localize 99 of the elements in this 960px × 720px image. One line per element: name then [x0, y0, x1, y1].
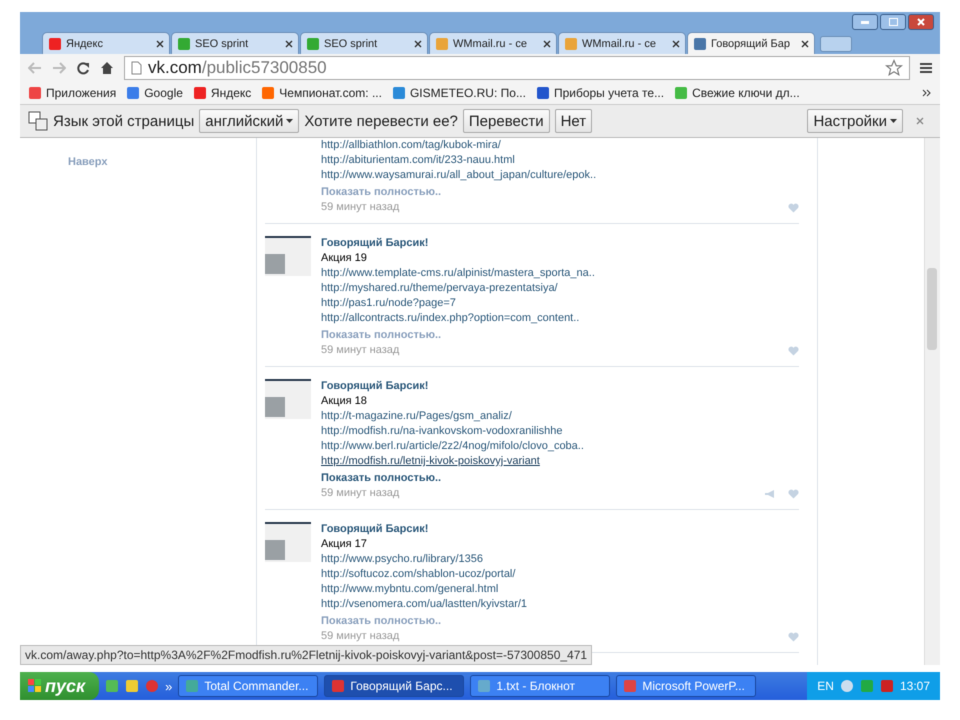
bookmark-icon	[674, 86, 688, 100]
bookmark-link[interactable]: GISMETEO.RU: По...	[410, 86, 526, 100]
post-time: 59 минут назад	[321, 629, 400, 644]
bookmark-link[interactable]: Google	[144, 86, 183, 100]
browser-tab[interactable]: WMmail.ru - се	[558, 32, 686, 54]
bookmark-icon	[192, 86, 207, 100]
bookmark-link[interactable]: Приложения	[46, 86, 116, 100]
author-link[interactable]: Говорящий Барсик!	[321, 379, 799, 394]
minimize-icon	[861, 20, 869, 24]
translate-button[interactable]: Перевести	[462, 109, 550, 133]
tray-icon	[840, 679, 854, 693]
settings-dropdown[interactable]: Настройки	[807, 109, 903, 133]
close-icon[interactable]	[414, 40, 422, 48]
app-icon	[477, 679, 492, 693]
post-link[interactable]: http://myshared.ru/theme/pervaya-prezentatsiya/	[321, 281, 558, 296]
post-link[interactable]: http://allbiathlon.com/tag/kubok-mira/	[321, 138, 501, 153]
browser-tab[interactable]: Говорящий Бар	[687, 32, 815, 54]
chevron-icon[interactable]	[922, 89, 932, 97]
site-logo-icon	[435, 36, 449, 50]
browser-tab[interactable]: SEO sprint	[171, 32, 299, 54]
maximize-button[interactable]	[880, 14, 906, 30]
bookmark-link[interactable]: Яндекс	[210, 86, 252, 100]
close-button[interactable]	[908, 14, 934, 30]
post-link[interactable]: http://www.template-cms.ru/alpinist/mastera_sporta_na..	[321, 266, 595, 281]
taskbar-item[interactable]: Microsoft PowerP...	[616, 675, 756, 697]
taskbar-item[interactable]: Говорящий Барс...	[324, 675, 464, 697]
browser-tab[interactable]: Яндекс	[42, 32, 170, 54]
caret-icon	[286, 119, 294, 123]
app-icon	[331, 679, 346, 693]
bookmark-link[interactable]: Свежие ключи дл...	[692, 86, 800, 100]
post-link[interactable]: http://vsenomera.com/ua/lastten/kyivstar/1	[321, 597, 528, 612]
windows-logo-icon	[28, 679, 42, 693]
minimize-button[interactable]	[852, 14, 878, 30]
app-icon	[125, 679, 140, 693]
photo-placeholder[interactable]	[265, 236, 311, 276]
close-icon[interactable]	[543, 40, 551, 48]
post-link[interactable]: http://www.psycho.ru/library/1356	[321, 552, 484, 567]
address-bar[interactable]: vk.com/public57300850	[124, 56, 910, 80]
post-link[interactable]: http://www.waysamurai.ru/all_about_japan/culture/epok..	[321, 168, 596, 183]
browser-tab[interactable]: SEO sprint	[300, 32, 428, 54]
post-link[interactable]: http://modfish.ru/na-ivankovskom-vodoxranilishhe	[321, 424, 563, 439]
post-link[interactable]: http://modfish.ru/letnij-kivok-poiskovyj-variant	[321, 454, 540, 469]
language-dropdown[interactable]: английский	[199, 109, 300, 133]
author-link[interactable]: Говорящий Барсик!	[321, 236, 799, 251]
post-link[interactable]: http://softucoz.com/shablon-ucoz/portal/	[321, 567, 516, 582]
post-title: Акция 19	[321, 251, 368, 266]
photo-placeholder[interactable]	[265, 522, 311, 562]
post-link[interactable]: http://www.mybntu.com/general.html	[321, 582, 498, 597]
site-logo-icon	[177, 36, 191, 50]
bookmark-icon	[28, 86, 42, 100]
close-icon[interactable]	[801, 40, 809, 48]
post-link[interactable]: http://pas1.ru/node?page=7	[321, 296, 456, 311]
app-icon	[623, 679, 638, 693]
bookmark-icon	[392, 86, 406, 100]
scrollbar[interactable]	[924, 138, 940, 665]
decline-button[interactable]: Нет	[554, 109, 592, 133]
taskbar-item[interactable]: Total Commander...	[178, 675, 318, 697]
more-launch-button[interactable]: »	[165, 678, 172, 694]
caret-icon	[890, 119, 897, 123]
post-time: 59 минут назад	[321, 486, 400, 501]
post-title: Акция 17	[321, 537, 368, 552]
post-time: 59 минут назад	[321, 343, 400, 358]
site-logo-icon	[306, 36, 320, 50]
bookmark-link[interactable]: Приборы учета те...	[554, 86, 664, 100]
status-url: vk.com/away.php?to=http%3A%2F%2Fmodfish.ru%2Fletnij-kivok-poiskovyj-variant&post=-57300850_471	[20, 645, 592, 665]
author-link[interactable]: Говорящий Барсик!	[321, 522, 799, 537]
star-icon[interactable]	[885, 59, 903, 77]
translate-question: Хотите перевести ее?	[304, 112, 458, 130]
close-icon[interactable]	[672, 40, 680, 48]
home-icon[interactable]	[100, 61, 114, 75]
clock: 13:07	[900, 679, 930, 693]
site-logo-icon	[693, 36, 707, 50]
close-icon[interactable]	[285, 40, 293, 48]
post-time: 59 минут назад	[321, 200, 400, 215]
close-icon	[917, 18, 925, 26]
post-title: Акция 18	[321, 394, 368, 409]
page-icon	[131, 61, 142, 75]
post-link[interactable]: http://allcontracts.ru/index.php?option=com_content..	[321, 311, 580, 326]
taskbar-item[interactable]: 1.txt - Блокнот	[470, 675, 610, 697]
bookmark-link[interactable]: Чемпионат.com: ...	[279, 86, 382, 100]
close-icon[interactable]	[156, 40, 164, 48]
bookmark-icon	[261, 86, 276, 100]
bookmark-icon	[126, 86, 140, 100]
translate-icon	[28, 111, 48, 131]
translate-label: Язык этой страницы	[53, 112, 194, 130]
post-link[interactable]: http://t-magazine.ru/Pages/gsm_analiz/	[321, 409, 512, 424]
menu-icon[interactable]	[920, 62, 932, 74]
browser-tab[interactable]: WMmail.ru - се	[429, 32, 557, 54]
post-link[interactable]: http://www.berl.ru/article/2z2/4nog/mifolo/clovo_coba..	[321, 439, 584, 454]
photo-placeholder[interactable]	[265, 379, 311, 419]
site-logo-icon	[564, 36, 578, 50]
app-icon	[185, 679, 200, 693]
maximize-icon	[888, 18, 898, 26]
show-more-link[interactable]: Показать полностью..	[321, 471, 442, 486]
site-logo-icon	[48, 36, 62, 50]
reload-icon[interactable]	[76, 61, 90, 75]
bookmark-icon	[536, 86, 550, 100]
app-icon	[105, 679, 120, 693]
post-link[interactable]: http://abiturientam.com/it/233-nauu.html	[321, 153, 515, 168]
